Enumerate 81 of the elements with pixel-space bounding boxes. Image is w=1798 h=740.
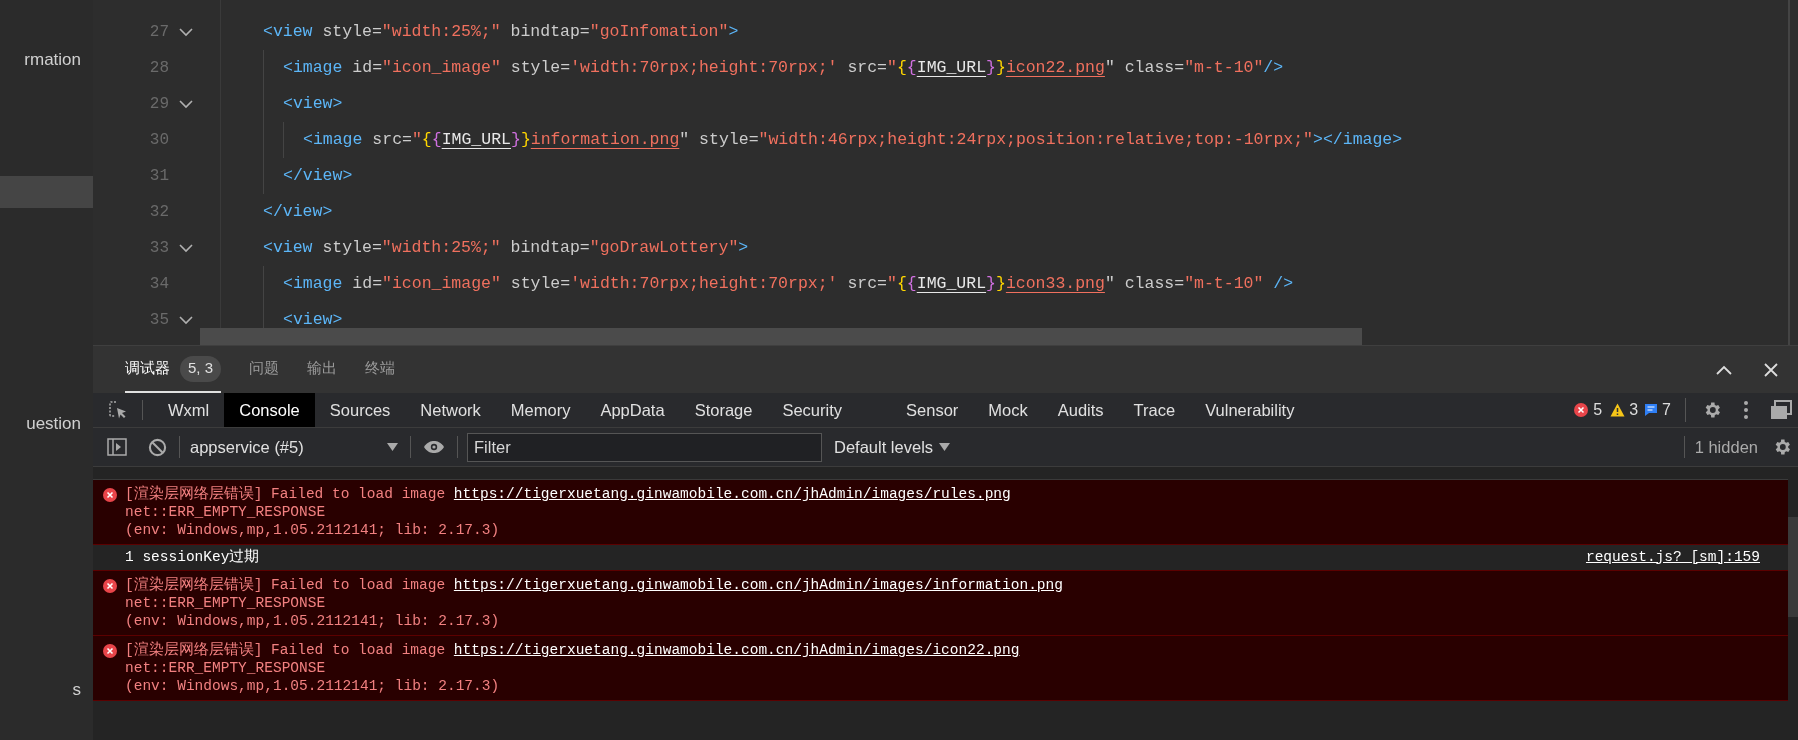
line-number: 28	[149, 58, 169, 79]
devtools-tab[interactable]: Memory	[495, 393, 586, 427]
error-icon	[103, 644, 117, 658]
error-detail: net::ERR_EMPTY_RESPONSE	[125, 594, 327, 612]
devtools-tab[interactable]: AppData	[585, 393, 680, 427]
log-text: 1 sessionKey过期	[125, 547, 260, 567]
chevron-down-icon[interactable]	[179, 243, 193, 253]
code-line: <image id="icon_image" style='width:70rpx;height:70rpx;' src="{{IMG_URL}}icon33.png" class="m-t-10" />	[283, 272, 1294, 295]
url-link[interactable]: https://tigerxuetang.ginwamobile.com.cn/jhAdmin/images/rules.png	[453, 485, 1011, 503]
line-number: 35	[149, 310, 169, 331]
devtools-tab[interactable]: Network	[405, 393, 496, 427]
code-line: </view>	[283, 164, 353, 187]
sidebar-item[interactable]: uestion	[0, 408, 93, 440]
devtools-tab[interactable]: Mock	[973, 393, 1043, 427]
error-text: [渲染层网络层错误] Failed to load image	[125, 485, 447, 503]
line-number: 30	[149, 130, 169, 151]
chevron-down-icon[interactable]	[179, 315, 193, 325]
panel-tab[interactable]: 输出	[307, 346, 338, 393]
url-link[interactable]: https://tigerxuetang.ginwamobile.com.cn/jhAdmin/images/icon22.png	[453, 641, 1020, 659]
code-line: <view style="width:25%;" bindtap="goDrawLottery">	[263, 236, 749, 259]
warning-icon	[1610, 403, 1626, 417]
error-icon	[103, 579, 117, 593]
dock-icon[interactable]	[1770, 400, 1792, 420]
vertical-scrollbar[interactable]	[1788, 517, 1798, 617]
info-count: 7	[1662, 400, 1671, 420]
eye-icon[interactable]	[423, 440, 445, 454]
warning-count: 3	[1629, 400, 1639, 420]
code-line: <view>	[283, 308, 343, 331]
error-detail: (env: Windows,mp,1.05.2112141; lib: 2.17.3)	[125, 521, 501, 539]
devtools-tab[interactable]: Sources	[314, 393, 406, 427]
line-number: 34	[149, 274, 169, 295]
line-number: 33	[149, 238, 169, 259]
error-text: [渲染层网络层错误] Failed to load image	[125, 641, 447, 659]
devtools-tab[interactable]: Storage	[679, 393, 768, 427]
close-icon[interactable]	[1764, 362, 1778, 377]
error-count: 5	[1593, 400, 1603, 420]
line-number: 29	[149, 94, 169, 115]
panel-tab[interactable]: 终端	[365, 346, 396, 393]
panel-tab[interactable]: 问题	[249, 346, 280, 393]
context-select[interactable]: appservice (#5)	[190, 434, 398, 460]
error-detail: (env: Windows,mp,1.05.2112141; lib: 2.17.3)	[125, 612, 501, 630]
inspect-icon[interactable]	[108, 400, 128, 420]
filter-field[interactable]: Filter	[467, 432, 822, 462]
code-line: </view>	[263, 200, 333, 223]
message-icon	[1644, 403, 1659, 417]
devtools-tab[interactable]: Trace	[1118, 393, 1191, 427]
horizontal-scrollbar[interactable]	[200, 328, 1362, 345]
devtools-tab[interactable]: Sensor	[891, 393, 974, 427]
chevron-down-icon[interactable]	[179, 27, 193, 37]
sidebar-item[interactable]: s	[0, 674, 93, 706]
code-line: <image id="icon_image" style='width:70rpx;height:70rpx;' src="{{IMG_URL}}icon22.png" class="m-t-10"/>	[283, 56, 1284, 79]
clear-icon[interactable]	[148, 437, 167, 457]
line-number: 32	[149, 202, 169, 223]
more-icon[interactable]	[1744, 401, 1748, 419]
url-link[interactable]: https://tigerxuetang.ginwamobile.com.cn/jhAdmin/images/information.png	[453, 576, 1063, 594]
chevron-up-icon[interactable]	[1716, 364, 1732, 375]
error-icon	[1574, 403, 1589, 417]
error-detail: (env: Windows,mp,1.05.2112141; lib: 2.17.3)	[125, 677, 501, 695]
line-number: 27	[149, 22, 169, 43]
sidebar-item[interactable]: rmation	[0, 44, 93, 76]
devtools-tab[interactable]: Audits	[1042, 393, 1119, 427]
levels-select[interactable]: Default levels	[834, 434, 951, 460]
chevron-down-icon[interactable]	[179, 99, 193, 109]
source-link[interactable]: request.js? [sm]:159	[1585, 546, 1760, 569]
sidebar-toggle-icon[interactable]	[107, 438, 127, 456]
code-line: <view style="width:25%;" bindtap="goInfomation">	[263, 20, 739, 43]
dropdown-triangle-icon	[387, 443, 398, 451]
devtools-tab[interactable]: Wxml	[153, 393, 225, 427]
hidden-count: 1 hidden	[1694, 436, 1758, 458]
code-line: <view>	[283, 92, 343, 115]
line-number: 31	[149, 166, 169, 187]
dropdown-triangle-icon	[939, 443, 951, 451]
error-icon	[103, 488, 117, 502]
error-detail: net::ERR_EMPTY_RESPONSE	[125, 659, 327, 677]
devtools-tab[interactable]: Vulnerability	[1190, 393, 1310, 427]
code-line: <image src="{{IMG_URL}}information.png" style="width:46rpx;height:24rpx;position:relative;top:-10rpx;"></image>	[303, 128, 1403, 151]
devtools-tab[interactable]: Console	[224, 393, 315, 427]
error-text: [渲染层网络层错误] Failed to load image	[125, 576, 447, 594]
error-detail: net::ERR_EMPTY_RESPONSE	[125, 503, 327, 521]
devtools-tab[interactable]: Security	[767, 393, 858, 427]
count-badge: 5, 3	[180, 355, 222, 382]
